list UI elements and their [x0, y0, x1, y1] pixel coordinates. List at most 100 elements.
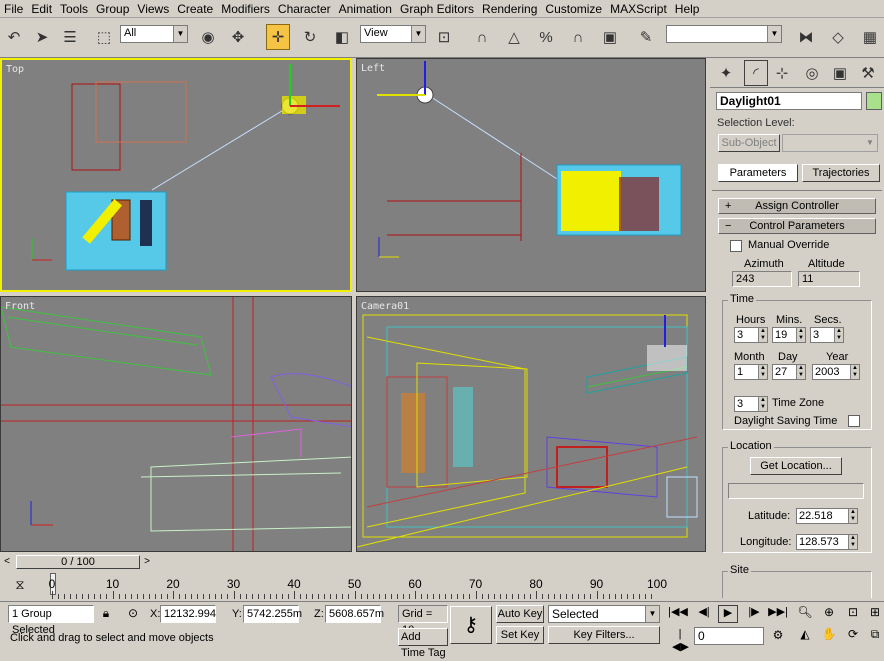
- pan-icon[interactable]: ✋: [820, 627, 838, 645]
- viewport-top[interactable]: Top: [0, 58, 352, 292]
- y-coordinate-field[interactable]: 5742.255m: [243, 605, 302, 623]
- viewport-camera[interactable]: Camera01: [356, 296, 706, 552]
- window-crossing-icon[interactable]: ◉: [196, 24, 220, 50]
- track-bar[interactable]: ⧖ 0 10 20 30 40 50 60 70 80 90 100: [0, 571, 710, 601]
- mirror-icon[interactable]: ⧓: [794, 24, 818, 50]
- angle-snap-icon[interactable]: △: [502, 24, 526, 50]
- menu-create[interactable]: Create: [173, 0, 217, 18]
- viewport-front[interactable]: Front: [0, 296, 352, 552]
- hierarchy-tab-icon[interactable]: ⊹: [770, 60, 794, 86]
- key-mode-toggle-icon[interactable]: |◀▶: [672, 628, 689, 653]
- goto-end-icon[interactable]: ▶▶|: [768, 605, 788, 623]
- next-frame-icon[interactable]: |▶: [744, 605, 764, 623]
- daylight-saving-checkbox[interactable]: [848, 415, 860, 427]
- auto-key-button[interactable]: Auto Key: [496, 605, 544, 623]
- select-scale-icon[interactable]: ◧: [330, 24, 354, 50]
- lock-selection-icon[interactable]: 🔒︎: [98, 606, 114, 622]
- menu-group[interactable]: Group: [92, 0, 133, 18]
- viewport-left-label[interactable]: Left: [361, 63, 385, 74]
- month-spinner[interactable]: 1 ▲ ▼: [734, 364, 768, 380]
- viewport-camera-label[interactable]: Camera01: [361, 301, 409, 312]
- trajectories-tab[interactable]: Trajectories: [802, 164, 880, 182]
- pivot-center-icon[interactable]: ⊡: [432, 24, 456, 50]
- mins-spinner[interactable]: 19 ▲ ▼: [772, 327, 806, 343]
- parameters-tab[interactable]: Parameters: [718, 164, 798, 182]
- menu-graph-editors[interactable]: Graph Editors: [396, 0, 478, 18]
- select-move-icon[interactable]: ✛: [266, 24, 290, 50]
- motion-tab-icon[interactable]: ◎: [800, 60, 824, 86]
- utilities-tab-icon[interactable]: ⚒: [856, 60, 880, 86]
- set-key-button[interactable]: Set Key: [496, 626, 544, 644]
- previous-frame-icon[interactable]: ◀|: [694, 605, 714, 623]
- time-zone-spinner[interactable]: 3 ▲ ▼: [734, 396, 768, 412]
- secs-spinner[interactable]: 3 ▲ ▼: [810, 327, 844, 343]
- day-spinner[interactable]: 27 ▲ ▼: [772, 364, 806, 380]
- time-configuration-icon[interactable]: ⚙: [770, 628, 786, 644]
- orbit-icon[interactable]: ⟳: [844, 627, 862, 645]
- assign-controller-rollout[interactable]: + Assign Controller: [718, 198, 876, 214]
- layer-manager-icon[interactable]: ▦: [858, 24, 882, 50]
- latitude-spinner[interactable]: 22.518 ▲ ▼: [796, 508, 858, 524]
- viewport-top-label[interactable]: Top: [6, 64, 24, 75]
- select-manipulate-icon[interactable]: ✥: [226, 24, 250, 50]
- time-slider[interactable]: < 0 / 100 >: [0, 553, 710, 571]
- select-by-name-icon[interactable]: ☰: [58, 24, 82, 50]
- display-tab-icon[interactable]: ▣: [828, 60, 852, 86]
- menu-views[interactable]: Views: [133, 0, 173, 18]
- viewport-left[interactable]: Left: [356, 58, 706, 292]
- get-location-button[interactable]: Get Location...: [750, 457, 842, 475]
- selection-filter-dropdown[interactable]: All ▼: [120, 25, 188, 43]
- menu-file[interactable]: File: [0, 0, 27, 18]
- set-key-icon[interactable]: ⚷: [450, 606, 492, 644]
- field-of-view-icon[interactable]: ◭: [796, 627, 814, 645]
- key-filters-button[interactable]: Key Filters...: [548, 626, 660, 644]
- zoom-extents-icon[interactable]: ⊡: [844, 605, 862, 623]
- add-time-tag-button[interactable]: Add Time Tag: [398, 628, 448, 659]
- snap-toggle-icon[interactable]: ∩: [470, 24, 494, 50]
- object-color-swatch[interactable]: [866, 92, 882, 110]
- key-mode-dropdown[interactable]: Selected ▼: [548, 605, 660, 623]
- manual-override-checkbox[interactable]: [730, 240, 742, 252]
- named-selection-dropdown[interactable]: ▼: [666, 25, 782, 43]
- reference-coordinate-dropdown[interactable]: View ▼: [360, 25, 426, 43]
- region-select-icon[interactable]: ⬚: [92, 24, 116, 50]
- menu-edit[interactable]: Edit: [27, 0, 56, 18]
- viewport-front-label[interactable]: Front: [5, 301, 35, 312]
- time-next-icon[interactable]: >: [140, 555, 154, 569]
- sub-object-dropdown[interactable]: ▼: [782, 134, 878, 152]
- menu-maxscript[interactable]: MAXScript: [606, 0, 671, 18]
- menu-animation[interactable]: Animation: [335, 0, 396, 18]
- hours-spinner[interactable]: 3 ▲ ▼: [734, 327, 768, 343]
- zoom-extents-all-icon[interactable]: ⊞: [866, 605, 884, 623]
- sub-object-button[interactable]: Sub-Object: [718, 134, 780, 152]
- modify-tab-icon[interactable]: ◜: [744, 60, 768, 86]
- select-rotate-icon[interactable]: ↻: [298, 24, 322, 50]
- year-spinner[interactable]: 2003 ▲ ▼: [812, 364, 860, 380]
- percent-snap-icon[interactable]: %: [534, 24, 558, 50]
- control-parameters-rollout[interactable]: − Control Parameters: [718, 218, 876, 234]
- goto-start-icon[interactable]: |◀◀: [668, 605, 688, 623]
- select-icon[interactable]: ➤: [30, 24, 54, 50]
- edit-named-selection-icon[interactable]: ✎: [634, 24, 658, 50]
- zoom-icon[interactable]: 🔍︎: [796, 605, 814, 623]
- z-coordinate-field[interactable]: 5608.657m: [325, 605, 384, 623]
- longitude-spinner[interactable]: 128.573 ▲ ▼: [796, 534, 858, 550]
- object-name-field[interactable]: Daylight01: [716, 92, 862, 110]
- zoom-all-icon[interactable]: ⊕: [820, 605, 838, 623]
- current-frame-field[interactable]: 0: [694, 627, 764, 645]
- play-icon[interactable]: ▶: [718, 605, 738, 623]
- align-icon[interactable]: ◇: [826, 24, 850, 50]
- time-slider-thumb[interactable]: 0 / 100: [16, 555, 140, 569]
- spinner-snap-icon[interactable]: ∩: [566, 24, 590, 50]
- menu-customize[interactable]: Customize: [541, 0, 606, 18]
- maximize-viewport-icon[interactable]: ⧉: [866, 627, 884, 645]
- menu-character[interactable]: Character: [274, 0, 335, 18]
- menu-help[interactable]: Help: [671, 0, 704, 18]
- undo-icon[interactable]: ↶: [2, 24, 26, 50]
- create-tab-icon[interactable]: ✦: [714, 60, 738, 86]
- time-prev-icon[interactable]: <: [0, 555, 14, 569]
- menu-rendering[interactable]: Rendering: [478, 0, 541, 18]
- x-coordinate-field[interactable]: 12132.994: [160, 605, 216, 623]
- menu-tools[interactable]: Tools: [56, 0, 92, 18]
- menu-modifiers[interactable]: Modifiers: [217, 0, 274, 18]
